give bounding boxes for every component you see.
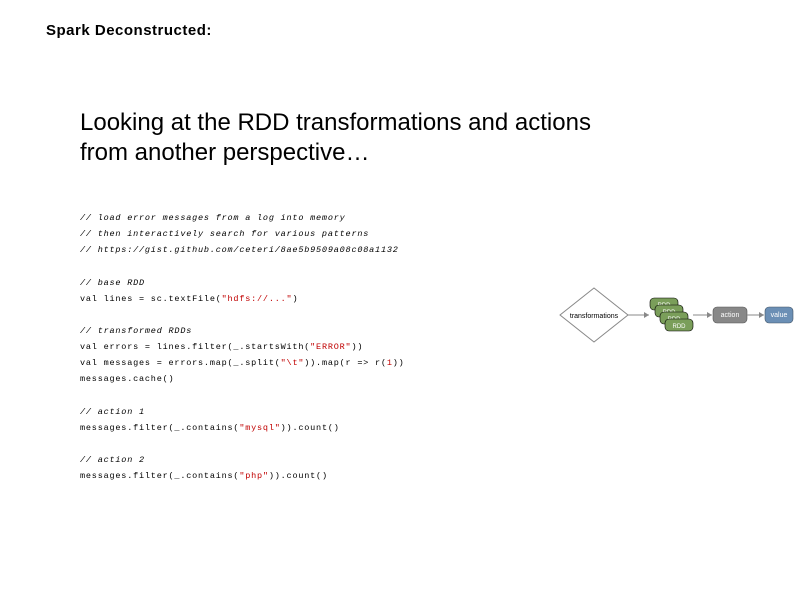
value-label: value [771, 312, 788, 319]
code-string: "php" [239, 471, 269, 481]
code-text: messages.filter(_.contains( [80, 423, 239, 433]
code-line: messages.filter(_.contains("php")).count… [80, 468, 405, 484]
pipeline-diagram: transformations RDD RDD RDD RDD action v… [526, 280, 794, 350]
code-string: "hdfs://..." [222, 294, 293, 304]
code-text: )).count() [281, 423, 340, 433]
code-text: val messages = errors.map(_.split( [80, 358, 281, 368]
code-string: "ERROR" [310, 342, 351, 352]
transformations-label: transformations [570, 313, 619, 320]
code-line: messages.filter(_.contains("mysql")).cou… [80, 420, 405, 436]
code-text: )).map(r => r( [304, 358, 387, 368]
code-text: ) [292, 294, 298, 304]
code-comment: // transformed RDDs [80, 323, 405, 339]
code-comment: // action 2 [80, 452, 405, 468]
arrowhead-icon [759, 312, 764, 318]
code-blank [80, 258, 405, 274]
code-line: val errors = lines.filter(_.startsWith("… [80, 339, 405, 355]
rdd-stack: RDD RDD RDD RDD [650, 298, 693, 331]
arrowhead-icon [707, 312, 712, 318]
code-blank [80, 307, 405, 323]
code-blank [80, 388, 405, 404]
page-title: Spark Deconstructed: [46, 22, 212, 39]
code-string: "mysql" [239, 423, 280, 433]
code-comment: // load error messages from a log into m… [80, 210, 405, 226]
code-comment: // base RDD [80, 275, 405, 291]
action-label: action [721, 312, 740, 319]
code-text: )) [351, 342, 363, 352]
code-block: // load error messages from a log into m… [80, 210, 405, 484]
code-blank [80, 436, 405, 452]
page-subtitle: Looking at the RDD transformations and a… [80, 108, 600, 168]
code-line: messages.cache() [80, 371, 405, 387]
code-text: val errors = lines.filter(_.startsWith( [80, 342, 310, 352]
code-line: val lines = sc.textFile("hdfs://...") [80, 291, 405, 307]
code-string: "\t" [281, 358, 305, 368]
code-comment: // action 1 [80, 404, 405, 420]
arrowhead-icon [644, 312, 649, 318]
code-text: )) [393, 358, 405, 368]
code-line: val messages = errors.map(_.split("\t"))… [80, 355, 405, 371]
code-comment: // then interactively search for various… [80, 226, 405, 242]
code-text: )).count() [269, 471, 328, 481]
code-text: messages.filter(_.contains( [80, 471, 239, 481]
code-comment: // https://gist.github.com/ceteri/8ae5b9… [80, 242, 405, 258]
rdd-label: RDD [673, 324, 687, 330]
code-text: val lines = sc.textFile( [80, 294, 222, 304]
